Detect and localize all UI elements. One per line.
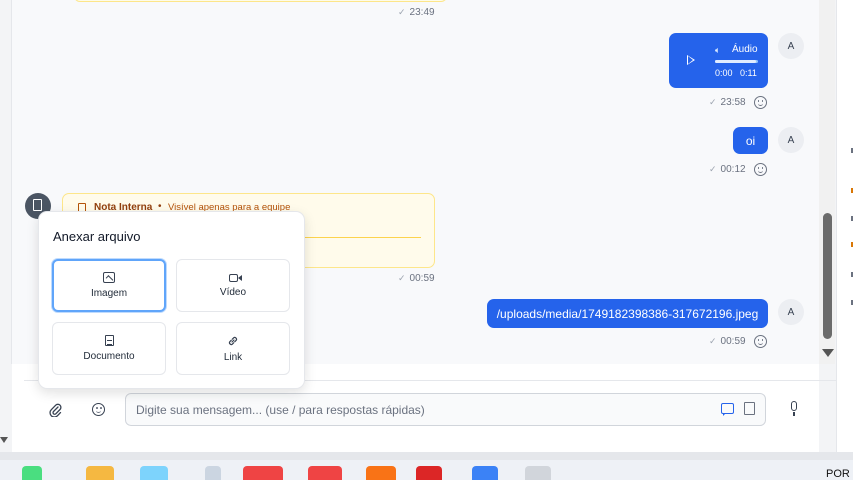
previous-note-card-bottom (74, 0, 447, 2)
emoji-icon[interactable] (92, 403, 105, 416)
paperclip-icon[interactable] (47, 401, 63, 417)
scroll-arrow-icon[interactable] (0, 437, 8, 443)
chrome-profile-icon[interactable] (366, 466, 396, 480)
audio-message-bubble: 🔈︎ Áudio 0:00 0:11 (669, 33, 768, 88)
taskbar-language[interactable]: POR (826, 468, 850, 480)
chrome-profile-icon[interactable] (308, 466, 342, 480)
quick-reply-icon[interactable] (721, 403, 734, 416)
scrollbar-thumb[interactable] (823, 213, 832, 339)
smiley-glyph (92, 403, 105, 416)
message-time: 23:58 (720, 97, 746, 108)
check-icon: ✓ (398, 7, 406, 17)
message-time: 23:49 (409, 7, 435, 18)
attach-document-option[interactable]: Documento (52, 322, 166, 375)
calendar-icon[interactable] (472, 466, 498, 480)
folder-icon[interactable] (86, 466, 114, 480)
scroll-down-arrow[interactable] (822, 349, 834, 357)
message-input[interactable] (125, 393, 766, 426)
check-icon: ✓ (398, 273, 406, 283)
check-icon: ✓ (709, 97, 717, 107)
attach-file-popup: Anexar arquivo Imagem Vídeo Documento Li… (38, 211, 305, 389)
option-label: Documento (83, 351, 135, 362)
message-bubble[interactable]: /uploads/media/1749182398386-317672196.j… (487, 299, 768, 328)
option-label: Vídeo (219, 286, 247, 298)
play-icon[interactable] (687, 55, 695, 65)
taskbar-app-icon[interactable] (205, 466, 221, 480)
audio-progress-fill (715, 60, 756, 63)
document-icon (104, 335, 114, 346)
audio-progress-bar[interactable] (715, 60, 758, 63)
mic-body (791, 401, 797, 411)
taskbar-app-icon[interactable] (22, 466, 42, 480)
document-icon (33, 199, 42, 211)
video-icon (228, 273, 242, 282)
speaker-icon: 🔈︎ (715, 45, 721, 55)
attach-video-option[interactable]: Vídeo (176, 259, 290, 312)
file-icon[interactable] (744, 402, 755, 415)
react-smiley-icon[interactable] (753, 96, 767, 109)
mail-icon[interactable] (416, 466, 442, 480)
audio-duration: 0:11 (740, 68, 757, 78)
message-meta: ✓ 00:12 (709, 163, 767, 176)
message-bubble: oi (733, 127, 768, 154)
attach-link-option[interactable]: Link (176, 322, 290, 375)
mic-base (793, 412, 795, 416)
taskbar-app-icon[interactable] (525, 466, 551, 480)
right-side-panel-edge (836, 0, 853, 452)
avatar: A (778, 299, 804, 325)
chat-left-border (11, 0, 12, 364)
link-icon (228, 336, 238, 345)
chrome-profile-icon[interactable] (243, 466, 283, 480)
attach-image-option[interactable]: Imagem (52, 259, 166, 312)
taskbar-app-icon[interactable] (140, 466, 168, 480)
message-time: 00:12 (720, 164, 746, 175)
popup-title: Anexar arquivo (53, 229, 141, 244)
microphone-icon[interactable] (789, 401, 799, 417)
audio-label: Áudio (732, 44, 758, 55)
avatar: A (778, 33, 804, 59)
message-time: 00:59 (409, 273, 435, 284)
check-icon: ✓ (709, 336, 717, 346)
message-meta: ✓ 00:59 (398, 273, 435, 284)
check-icon: ✓ (709, 164, 717, 174)
message-meta: ✓ 00:59 (709, 335, 767, 348)
react-smiley-icon[interactable] (753, 163, 767, 176)
window-bottom-edge (0, 452, 853, 460)
message-meta: ✓ 23:58 (709, 96, 767, 109)
option-label: Imagem (90, 288, 128, 299)
message-meta: ✓ 23:49 (398, 7, 435, 18)
message-time: 00:59 (720, 336, 746, 347)
paperclip-glyph (49, 403, 62, 417)
react-smiley-icon[interactable] (753, 335, 767, 348)
image-icon (103, 272, 115, 283)
audio-current-time: 0:00 (715, 68, 733, 78)
avatar: A (778, 127, 804, 153)
taskbar (0, 460, 853, 480)
option-label: Link (223, 351, 243, 363)
